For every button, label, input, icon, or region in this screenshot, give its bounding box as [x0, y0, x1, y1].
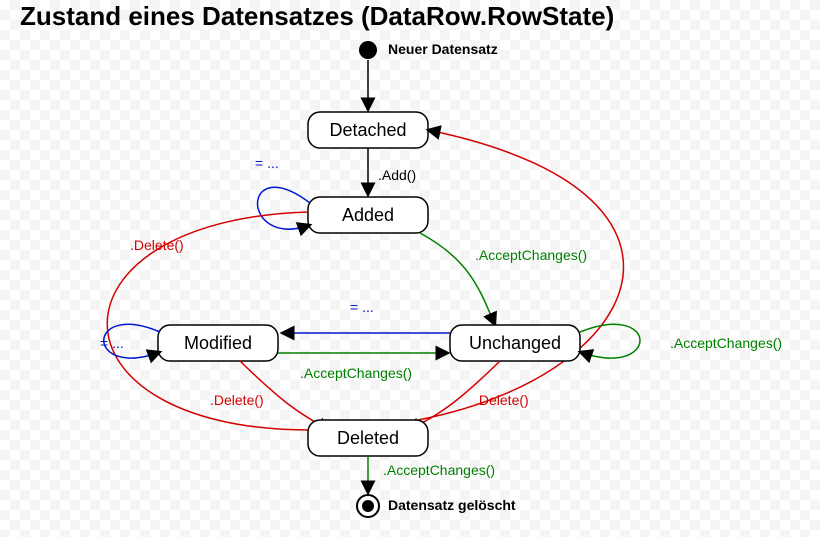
edge-added-self	[258, 187, 311, 229]
initial-node-label: Neuer Datensatz	[388, 41, 498, 57]
edge-label-unchanged-self: .AcceptChanges()	[670, 335, 782, 351]
state-diagram: Zustand eines Datensatzes (DataRow.RowSt…	[0, 0, 820, 537]
final-node-label: Datensatz gelöscht	[388, 497, 516, 513]
state-label-unchanged: Unchanged	[469, 333, 561, 353]
edge-label-mu-accept: .AcceptChanges()	[300, 365, 412, 381]
state-label-detached: Detached	[329, 120, 406, 140]
edge-label-ud-delete: .Delete()	[475, 392, 529, 408]
state-label-modified: Modified	[184, 333, 252, 353]
edge-label-md-delete: .Delete()	[210, 392, 264, 408]
final-node-inner-icon	[362, 500, 374, 512]
edge-label-modified-self: = ...	[100, 335, 124, 351]
edge-unchanged-self	[580, 324, 640, 358]
state-label-added: Added	[342, 205, 394, 225]
edge-label-add: .Add()	[378, 167, 416, 183]
edge-label-deleted-accept: .AcceptChanges()	[383, 462, 495, 478]
edge-added-to-detached-arc2	[310, 130, 623, 430]
edge-label-added-delete: .Delete()	[130, 237, 184, 253]
state-label-deleted: Deleted	[337, 428, 399, 448]
edge-label-added-accept: .AcceptChanges()	[475, 247, 587, 263]
edge-label-um-assign: = ...	[350, 299, 374, 315]
initial-node-icon	[359, 41, 377, 59]
edge-label-added-self: = ...	[255, 155, 279, 171]
diagram-title: Zustand eines Datensatzes (DataRow.RowSt…	[20, 1, 614, 31]
